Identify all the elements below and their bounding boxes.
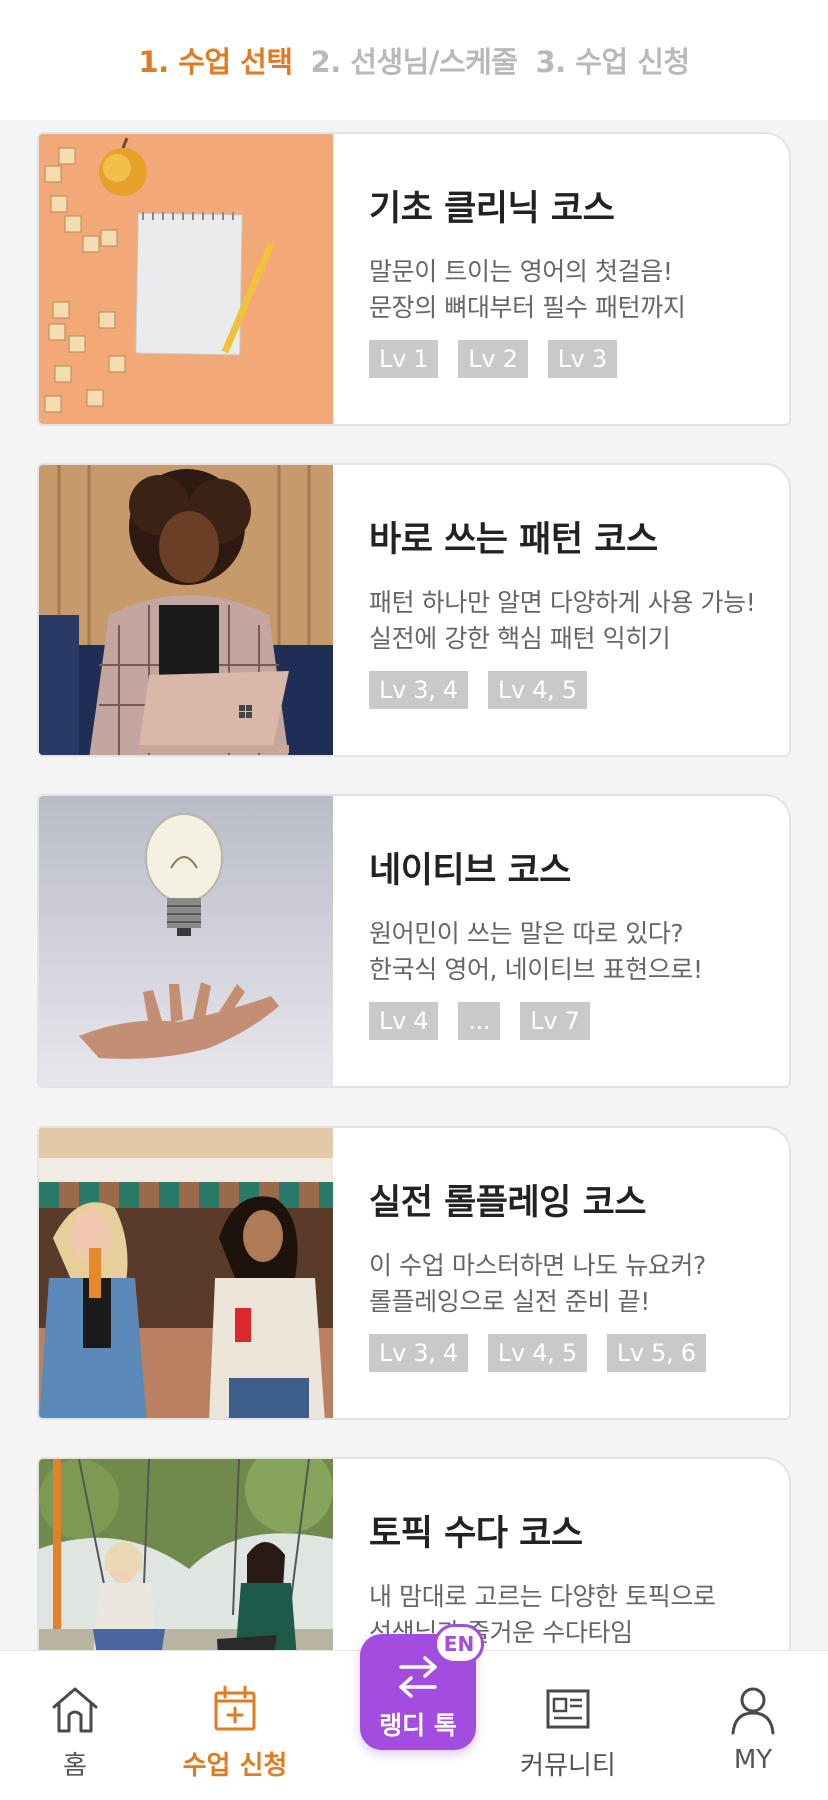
level-tag: Lv 4, 5 <box>487 671 587 709</box>
course-title: 실전 롤플레잉 코스 <box>369 1183 646 1223</box>
nav-community-label: 커뮤니티 <box>520 1751 616 1781</box>
level-tag: Lv 1 <box>369 340 439 378</box>
level-tag: Lv 4, 5 <box>487 1334 587 1372</box>
course-card-roleplay[interactable]: 실전 롤플레잉 코스 이 수업 마스터하면 나도 뉴요커? 롤플레잉으로 실전 … <box>37 1126 791 1420</box>
course-image-apple-notepad <box>39 134 333 424</box>
step-teacher-schedule: 2. 선생님/스케줄 <box>310 45 518 79</box>
course-card-pattern[interactable]: 바로 쓰는 패턴 코스 패턴 하나만 알면 다양하게 사용 가능! 실전에 강한… <box>37 463 791 757</box>
nav-lesson-apply-label: 수업 신청 <box>182 1751 288 1781</box>
course-title: 네이티브 코스 <box>369 851 571 891</box>
course-description: 원어민이 쓰는 말은 따로 있다? 한국식 영어, 네이티브 표현으로! <box>369 916 777 988</box>
nav-lesson-apply[interactable]: 수업 신청 <box>160 1651 310 1800</box>
language-badge: EN <box>434 1624 484 1664</box>
app-screen: 1. 수업 선택 2. 선생님/스케줄 3. 수업 신청 기초 클리닉 코스 말… <box>0 0 828 1800</box>
course-desc-line: 원어민이 쓰는 말은 따로 있다? <box>369 919 684 948</box>
course-desc-line: 한국식 영어, 네이티브 표현으로! <box>369 955 703 984</box>
level-tag: Lv 7 <box>520 1002 590 1040</box>
course-info: 기초 클리닉 코스 말문이 트이는 영어의 첫걸음! 문장의 뼈대부터 필수 패… <box>369 186 777 378</box>
course-image-lightbulb-hand <box>39 796 333 1086</box>
course-desc-line: 내 맘대로 고르는 다양한 토픽으로 <box>369 1582 716 1611</box>
course-description: 이 수업 마스터하면 나도 뉴요커? 롤플레잉으로 실전 준비 끝! <box>369 1248 777 1320</box>
course-list: 기초 클리닉 코스 말문이 트이는 영어의 첫걸음! 문장의 뼈대부터 필수 패… <box>0 120 828 1650</box>
course-image-woman-laptop <box>39 465 333 755</box>
course-info: 토픽 수다 코스 내 맘대로 고르는 다양한 토픽으로 선생님과 즐거운 수다타… <box>369 1511 777 1650</box>
course-title: 기초 클리닉 코스 <box>369 189 615 229</box>
course-info: 바로 쓰는 패턴 코스 패턴 하나만 알면 다양하게 사용 가능! 실전에 강한… <box>369 517 777 709</box>
course-title: 바로 쓰는 패턴 코스 <box>369 520 658 560</box>
level-tag: ... <box>458 1002 501 1040</box>
nav-community[interactable]: 커뮤니티 <box>493 1651 643 1800</box>
nav-my-label: MY <box>733 1745 773 1775</box>
course-info: 네이티브 코스 원어민이 쓰는 말은 따로 있다? 한국식 영어, 네이티브 표… <box>369 848 777 1040</box>
course-description: 말문이 트이는 영어의 첫걸음! 문장의 뼈대부터 필수 패턴까지 <box>369 254 777 326</box>
nav-home[interactable]: 홈 <box>0 1651 150 1800</box>
newspaper-icon <box>540 1681 596 1737</box>
nav-my[interactable]: MY <box>678 1651 828 1800</box>
level-tags: Lv 3, 4 Lv 4, 5 Lv 5, 6 <box>369 1334 777 1372</box>
course-title: 토픽 수다 코스 <box>369 1514 583 1554</box>
course-desc-line: 패턴 하나만 알면 다양하게 사용 가능! <box>369 588 756 617</box>
level-tags: Lv 3, 4 Lv 4, 5 <box>369 671 777 709</box>
course-info: 실전 롤플레잉 코스 이 수업 마스터하면 나도 뉴요커? 롤플레잉으로 실전 … <box>369 1180 777 1372</box>
level-tag: Lv 5, 6 <box>606 1334 706 1372</box>
course-image-two-women <box>39 1128 333 1418</box>
home-icon <box>47 1681 103 1737</box>
calendar-add-icon <box>207 1681 263 1737</box>
step-lesson-apply: 3. 수업 신청 <box>535 45 690 79</box>
nav-randy-talk-label: 랭디 톡 <box>379 1711 457 1740</box>
course-desc-line: 실전에 강한 핵심 패턴 익히기 <box>369 624 671 653</box>
level-tag: Lv 4 <box>369 1002 439 1040</box>
level-tag: Lv 3 <box>547 340 617 378</box>
level-tags: Lv 4 ... Lv 7 <box>369 1002 777 1040</box>
level-tags: Lv 1 Lv 2 Lv 3 <box>369 340 777 378</box>
course-desc-line: 말문이 트이는 영어의 첫걸음! <box>369 257 673 286</box>
course-card-native[interactable]: 네이티브 코스 원어민이 쓰는 말은 따로 있다? 한국식 영어, 네이티브 표… <box>37 794 791 1088</box>
nav-home-label: 홈 <box>63 1751 87 1781</box>
level-tag: Lv 3, 4 <box>369 671 468 709</box>
course-card-topic-chat[interactable]: 토픽 수다 코스 내 맘대로 고르는 다양한 토픽으로 선생님과 즐거운 수다타… <box>37 1457 791 1650</box>
course-desc-line: 이 수업 마스터하면 나도 뉴요커? <box>369 1251 706 1280</box>
course-description: 패턴 하나만 알면 다양하게 사용 가능! 실전에 강한 핵심 패턴 익히기 <box>369 585 777 657</box>
course-desc-line: 문장의 뼈대부터 필수 패턴까지 <box>369 293 686 322</box>
course-image-women-swings <box>39 1459 333 1650</box>
step-select-lesson: 1. 수업 선택 <box>138 45 293 79</box>
course-desc-line: 롤플레잉으로 실전 준비 끝! <box>369 1287 650 1316</box>
level-tag: Lv 3, 4 <box>369 1334 468 1372</box>
course-card-basic-clinic[interactable]: 기초 클리닉 코스 말문이 트이는 영어의 첫걸음! 문장의 뼈대부터 필수 패… <box>37 132 791 426</box>
swap-arrows-icon <box>393 1654 443 1700</box>
person-icon <box>725 1681 781 1737</box>
step-indicator: 1. 수업 선택 2. 선생님/스케줄 3. 수업 신청 <box>0 0 828 120</box>
level-tag: Lv 2 <box>458 340 528 378</box>
